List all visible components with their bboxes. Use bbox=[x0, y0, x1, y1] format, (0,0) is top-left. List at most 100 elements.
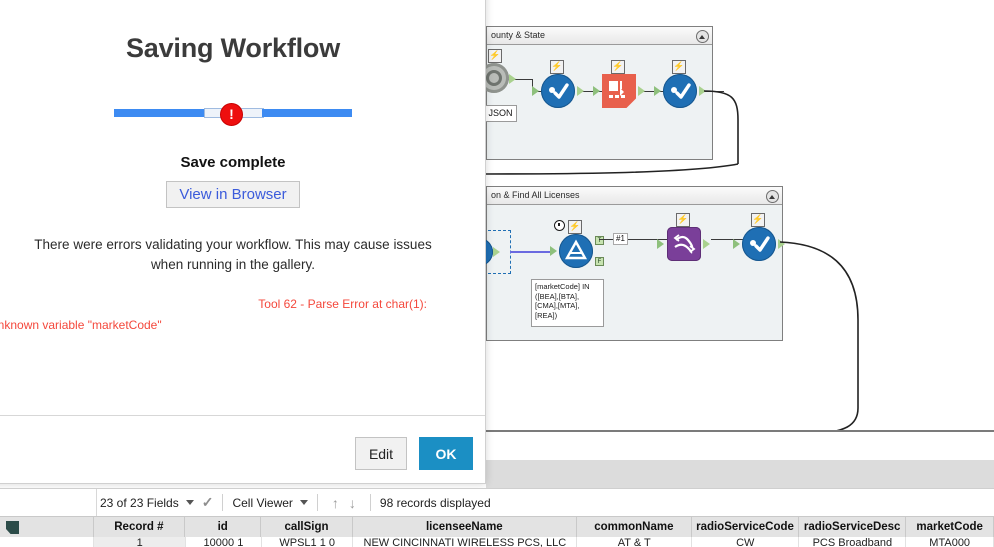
input-anchor[interactable] bbox=[654, 86, 661, 96]
upstream-icon bbox=[486, 238, 493, 266]
chevron-up-icon[interactable] bbox=[696, 30, 709, 43]
record-count-label: 98 records displayed bbox=[379, 495, 491, 510]
lightning-icon: ⚡ bbox=[568, 220, 582, 234]
input-anchor[interactable] bbox=[593, 86, 600, 96]
filter-annotation: [marketCode] IN ([BEA],[BTA], [CMA],[MTA… bbox=[531, 279, 604, 327]
lightning-icon: ⚡ bbox=[488, 49, 502, 63]
save-status-text: Save complete bbox=[180, 154, 286, 171]
input-anchor[interactable] bbox=[550, 246, 557, 256]
chevron-down-icon[interactable] bbox=[185, 500, 194, 505]
dialog-title: Saving Workflow bbox=[125, 33, 341, 63]
chevron-up-icon[interactable] bbox=[766, 190, 779, 203]
column-header[interactable]: marketCode bbox=[906, 516, 994, 537]
select-tool-1[interactable]: ⚡ bbox=[532, 60, 584, 108]
fields-selector[interactable]: 23 of 23 Fields bbox=[100, 496, 179, 510]
ok-button[interactable]: OK bbox=[419, 437, 473, 470]
output-anchor[interactable] bbox=[638, 86, 645, 96]
edit-button[interactable]: Edit bbox=[355, 437, 407, 470]
table-cell[interactable]: AT & T bbox=[577, 537, 693, 547]
view-in-browser-button[interactable]: View in Browser bbox=[166, 181, 300, 208]
column-header[interactable]: commonName bbox=[576, 516, 692, 537]
parse-json-macro[interactable]: ⚡ bbox=[486, 49, 516, 93]
column-header[interactable]: Record # bbox=[93, 516, 186, 537]
arrow-up-icon[interactable]: ↑ bbox=[332, 495, 339, 511]
select-icon bbox=[663, 74, 697, 108]
dialog-body: Saving Workflow ! Save complete View in … bbox=[0, 0, 485, 416]
transform-tool[interactable]: ⚡ bbox=[657, 213, 710, 261]
table-cell[interactable]: NEW CINCINNATI WIRELESS PCS, LLC bbox=[353, 537, 578, 547]
connection-curve-1 bbox=[704, 90, 739, 164]
output-anchor[interactable] bbox=[493, 247, 500, 257]
row-flag-cell[interactable] bbox=[0, 537, 95, 547]
dialog-footer: Edit OK bbox=[0, 415, 485, 483]
table-cell[interactable]: 1 bbox=[94, 537, 186, 547]
output-anchor[interactable] bbox=[699, 86, 706, 96]
select-tool-3[interactable]: ⚡ bbox=[733, 213, 785, 261]
tool-container-2[interactable]: on & Find All Licenses ⚡ T F [marketCode… bbox=[486, 186, 785, 341]
toolbar-divider bbox=[369, 494, 371, 511]
table-cell[interactable]: 10000 1 bbox=[185, 537, 262, 547]
select-glyph bbox=[671, 83, 691, 99]
workflow-canvas[interactable]: ounty & State ⚡ e JSON bbox=[486, 0, 994, 431]
upstream-tool[interactable] bbox=[486, 238, 500, 266]
cell-viewer-selector[interactable]: Cell Viewer bbox=[232, 496, 292, 510]
lightning-icon: ⚡ bbox=[751, 213, 765, 227]
output-anchor[interactable] bbox=[778, 239, 785, 249]
input-anchor[interactable] bbox=[532, 86, 539, 96]
transform-icon bbox=[667, 227, 701, 261]
clock-icon bbox=[554, 220, 565, 231]
wire-selected bbox=[510, 251, 554, 253]
canvas-lower-strip bbox=[486, 432, 994, 460]
input-anchor[interactable] bbox=[733, 239, 740, 249]
table-cell[interactable]: MTA000 bbox=[906, 537, 994, 547]
formula-glyph bbox=[609, 81, 625, 98]
check-icon[interactable]: ✓ bbox=[202, 494, 214, 511]
formula-icon bbox=[602, 74, 636, 108]
output-anchor[interactable] bbox=[577, 86, 584, 96]
formula-tool[interactable]: ⚡ bbox=[593, 60, 645, 108]
table-cell[interactable]: CW bbox=[692, 537, 800, 547]
saving-workflow-dialog[interactable]: Saving Workflow ! Save complete View in … bbox=[0, 0, 486, 484]
error-detail: Unknown variable "marketCode" bbox=[0, 318, 162, 332]
filter-tool[interactable]: ⚡ T F bbox=[550, 220, 604, 268]
connection-label[interactable]: #1 bbox=[613, 233, 628, 245]
column-header[interactable]: licenseeName bbox=[352, 516, 577, 537]
grey-band bbox=[486, 460, 994, 488]
filter-glyph bbox=[564, 239, 588, 260]
column-header[interactable]: id bbox=[185, 516, 262, 537]
input-anchor[interactable] bbox=[657, 239, 664, 249]
error-list: Tool 62 - Parse Error at char(1): Unknow… bbox=[0, 297, 485, 332]
output-anchor[interactable] bbox=[703, 239, 710, 249]
select-icon bbox=[742, 227, 776, 261]
connection-curve-2 bbox=[779, 241, 859, 431]
lightning-icon: ⚡ bbox=[611, 60, 625, 74]
toolbar-divider bbox=[222, 494, 224, 511]
select-glyph bbox=[549, 83, 569, 99]
column-header[interactable]: radioServiceDesc bbox=[799, 516, 907, 537]
upstream-glyph bbox=[486, 238, 493, 266]
column-header[interactable]: radioServiceCode bbox=[691, 516, 800, 537]
transform-glyph bbox=[673, 234, 696, 254]
tool-container-1-title-text: ounty & State bbox=[491, 30, 546, 40]
tool-container-2-body: ⚡ T F [marketCode] IN ([BEA],[BTA], [CMA… bbox=[486, 205, 785, 340]
lightning-icon: ⚡ bbox=[672, 60, 686, 74]
tool-container-2-title: on & Find All Licenses bbox=[487, 187, 782, 205]
results-header-row: Record # id callSign licenseeName common… bbox=[0, 516, 994, 537]
table-cell[interactable]: PCS Broadband bbox=[799, 537, 907, 547]
select-tool-2[interactable]: ⚡ bbox=[654, 60, 706, 108]
table-row[interactable]: 1 10000 1 WPSL1 1 0 NEW CINCINNATI WIREL… bbox=[0, 537, 994, 547]
filter-output-true[interactable]: T bbox=[595, 236, 604, 245]
select-glyph bbox=[750, 236, 770, 252]
tool-container-1[interactable]: ounty & State ⚡ e JSON bbox=[486, 26, 724, 160]
lightning-icon: ⚡ bbox=[550, 60, 564, 74]
arrow-down-icon[interactable]: ↓ bbox=[349, 495, 356, 511]
table-cell[interactable]: WPSL1 1 0 bbox=[261, 537, 354, 547]
output-anchor[interactable] bbox=[509, 74, 516, 84]
toolbar-divider bbox=[316, 494, 318, 511]
app-root: ounty & State ⚡ e JSON bbox=[0, 0, 994, 547]
filter-output-false[interactable]: F bbox=[595, 257, 604, 266]
chevron-down-icon[interactable] bbox=[299, 500, 308, 505]
row-flag-header[interactable] bbox=[0, 516, 94, 537]
tool-container-1-body: ⚡ e JSON ⚡ bbox=[486, 45, 724, 159]
column-header[interactable]: callSign bbox=[261, 516, 353, 537]
